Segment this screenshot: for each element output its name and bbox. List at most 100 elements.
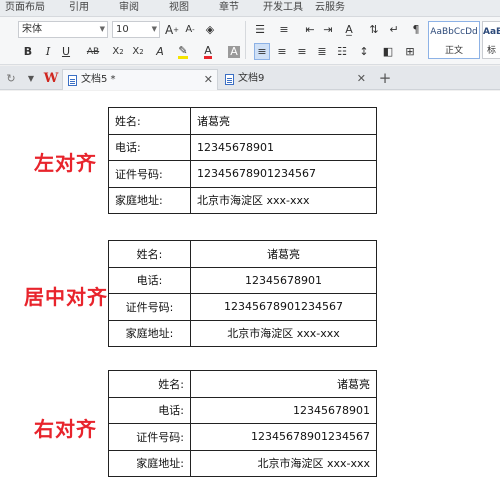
divider bbox=[245, 21, 246, 59]
tab-label: 文档9 bbox=[238, 73, 265, 84]
shrink-font-icon[interactable]: A- bbox=[182, 21, 198, 38]
table-cell-value[interactable]: 12345678901234567 bbox=[190, 293, 377, 321]
bold-icon[interactable]: B bbox=[20, 43, 36, 60]
table-cell-key[interactable]: 证件号码: bbox=[108, 423, 191, 451]
style-name: 正文 bbox=[444, 46, 463, 56]
increase-indent-icon[interactable]: ⇥ bbox=[320, 21, 336, 38]
table-cell-value[interactable]: 12345678901 bbox=[190, 266, 377, 294]
distribute-icon[interactable]: ☷ bbox=[334, 43, 350, 60]
line-spacing-icon[interactable]: ↕ bbox=[356, 43, 372, 60]
document-icon bbox=[225, 74, 234, 85]
table-row: 家庭地址: 北京市海淀区 xxx-xxx bbox=[108, 186, 377, 214]
text-effect-icon[interactable]: A bbox=[152, 43, 168, 60]
table-row: 家庭地址: 北京市海淀区 xxx-xxx bbox=[108, 449, 377, 477]
document-tab-bar: ↻ ▼ W 文档5 * ✕ 文档9 ✕ + bbox=[0, 66, 500, 90]
shading-icon[interactable]: ◧ bbox=[380, 43, 396, 60]
section-label-right-align: 右对齐 bbox=[34, 417, 97, 441]
sort-icon[interactable]: ⇅ bbox=[366, 21, 382, 38]
table-cell-value[interactable]: 12345678901234567 bbox=[190, 423, 377, 451]
table-cell-value[interactable]: 12345678901 bbox=[190, 396, 377, 424]
table-cell-key[interactable]: 家庭地址: bbox=[108, 449, 191, 477]
font-name-select[interactable]: 宋体 ▼ bbox=[18, 21, 108, 38]
table-row: 电话: 12345678901 bbox=[108, 266, 377, 294]
table-cell-key[interactable]: 家庭地址: bbox=[108, 186, 191, 214]
table-cell-value[interactable]: 诸葛亮 bbox=[190, 240, 377, 268]
align-right-icon[interactable]: ≡ bbox=[294, 43, 310, 60]
bullet-list-icon[interactable]: ☰ bbox=[252, 21, 268, 38]
strikethrough-icon[interactable]: AB bbox=[84, 43, 102, 60]
table-row: 电话: 12345678901 bbox=[108, 396, 377, 424]
tab-document-5[interactable]: 文档5 * ✕ bbox=[62, 69, 218, 90]
refresh-icon[interactable]: ↻ bbox=[4, 71, 18, 85]
table-cell-key[interactable]: 证件号码: bbox=[108, 160, 191, 188]
table-cell-key[interactable]: 证件号码: bbox=[108, 293, 191, 321]
info-table-right: 姓名: 诸葛亮 电话: 12345678901 证件号码: 1234567890… bbox=[108, 370, 377, 477]
table-cell-key[interactable]: 姓名: bbox=[108, 240, 191, 268]
italic-icon[interactable]: I bbox=[40, 43, 56, 60]
table-row: 证件号码: 12345678901234567 bbox=[108, 160, 377, 188]
wps-logo-icon[interactable]: W bbox=[42, 70, 60, 86]
table-row: 家庭地址: 北京市海淀区 xxx-xxx bbox=[108, 319, 377, 347]
subscript-icon[interactable]: X2 bbox=[130, 43, 146, 60]
menu-review[interactable]: 审阅 bbox=[116, 0, 142, 17]
clear-format-icon[interactable]: ◈ bbox=[202, 21, 218, 38]
table-cell-key[interactable]: 电话: bbox=[108, 133, 191, 161]
menu-section[interactable]: 章节 bbox=[216, 0, 242, 17]
menu-references[interactable]: 引用 bbox=[66, 0, 92, 17]
font-size-value: 10 bbox=[116, 24, 129, 35]
close-icon[interactable]: ✕ bbox=[357, 69, 366, 89]
ribbon-toolbar: 宋体 ▼ 10 ▼ A + A- ◈ ☰ ≡ ⇤ ⇥ A̲ ⇅ ↵ ¶ B I U… bbox=[0, 17, 500, 65]
table-row: 证件号码: 12345678901234567 bbox=[108, 423, 377, 451]
table-cell-value[interactable]: 诸葛亮 bbox=[190, 370, 377, 398]
show-hide-marks-icon[interactable]: ↵ bbox=[386, 21, 402, 38]
table-cell-key[interactable]: 姓名: bbox=[108, 107, 191, 135]
table-cell-value[interactable]: 诸葛亮 bbox=[190, 107, 377, 135]
styles-gallery: AaBbCcDd 正文 AaB 标 bbox=[428, 21, 500, 61]
table-cell-value[interactable]: 12345678901234567 bbox=[190, 160, 377, 188]
table-cell-key[interactable]: 电话: bbox=[108, 396, 191, 424]
table-cell-value[interactable]: 12345678901 bbox=[190, 133, 377, 161]
style-heading[interactable]: AaB 标 bbox=[482, 21, 500, 59]
borders-icon[interactable]: ⊞ bbox=[402, 43, 418, 60]
style-normal[interactable]: AaBbCcDd 正文 bbox=[428, 21, 480, 59]
tab-document-9[interactable]: 文档9 ✕ bbox=[220, 69, 370, 90]
chevron-down-icon: ▼ bbox=[99, 25, 105, 33]
info-table-center: 姓名: 诸葛亮 电话: 12345678901 证件号码: 1234567890… bbox=[108, 240, 377, 347]
decrease-indent-icon[interactable]: ⇤ bbox=[302, 21, 318, 38]
table-cell-key[interactable]: 电话: bbox=[108, 266, 191, 294]
new-tab-plus-icon[interactable]: + bbox=[376, 69, 394, 87]
font-size-select[interactable]: 10 ▼ bbox=[112, 21, 160, 38]
char-shading-icon[interactable]: A bbox=[226, 43, 242, 60]
menu-cloud-service[interactable]: 云服务 bbox=[312, 0, 348, 17]
numbered-list-icon[interactable]: ≡ bbox=[276, 21, 292, 38]
grow-font-icon[interactable]: A + bbox=[164, 21, 180, 38]
style-sample: AaB bbox=[483, 27, 500, 37]
tab-label: 文档5 * bbox=[81, 74, 116, 85]
info-table-left: 姓名: 诸葛亮 电话: 12345678901 证件号码: 1234567890… bbox=[108, 107, 377, 214]
menu-page-layout[interactable]: 页面布局 bbox=[2, 0, 48, 17]
highlight-icon[interactable]: ✎ bbox=[174, 43, 192, 60]
menu-bar: 页面布局 引用 审阅 视图 章节 开发工具 云服务 bbox=[0, 0, 500, 17]
table-cell-value[interactable]: 北京市海淀区 xxx-xxx bbox=[190, 186, 377, 214]
table-cell-key[interactable]: 姓名: bbox=[108, 370, 191, 398]
chinese-layout-icon[interactable]: A̲ bbox=[340, 21, 358, 38]
menu-view[interactable]: 视图 bbox=[166, 0, 192, 17]
style-name: 标 bbox=[486, 46, 496, 56]
table-cell-value[interactable]: 北京市海淀区 xxx-xxx bbox=[190, 449, 377, 477]
section-label-left-align: 左对齐 bbox=[34, 151, 97, 175]
table-row: 电话: 12345678901 bbox=[108, 133, 377, 161]
table-row: 姓名: 诸葛亮 bbox=[108, 370, 377, 398]
menu-developer-tools[interactable]: 开发工具 bbox=[260, 0, 306, 17]
underline-icon[interactable]: U bbox=[58, 43, 74, 60]
align-left-icon[interactable]: ≡ bbox=[254, 43, 270, 60]
superscript-icon[interactable]: X2 bbox=[110, 43, 126, 60]
close-icon[interactable]: ✕ bbox=[204, 70, 213, 90]
more-icon[interactable]: ¶ bbox=[408, 21, 424, 38]
align-center-icon[interactable]: ≡ bbox=[274, 43, 290, 60]
document-canvas[interactable]: 左对齐 姓名: 诸葛亮 电话: 12345678901 证件号码: 123456… bbox=[0, 91, 500, 501]
justify-icon[interactable]: ≣ bbox=[314, 43, 330, 60]
table-cell-key[interactable]: 家庭地址: bbox=[108, 319, 191, 347]
tab-menu-chevron-icon[interactable]: ▼ bbox=[24, 71, 38, 85]
font-color-icon[interactable]: A bbox=[200, 43, 216, 60]
table-cell-value[interactable]: 北京市海淀区 xxx-xxx bbox=[190, 319, 377, 347]
